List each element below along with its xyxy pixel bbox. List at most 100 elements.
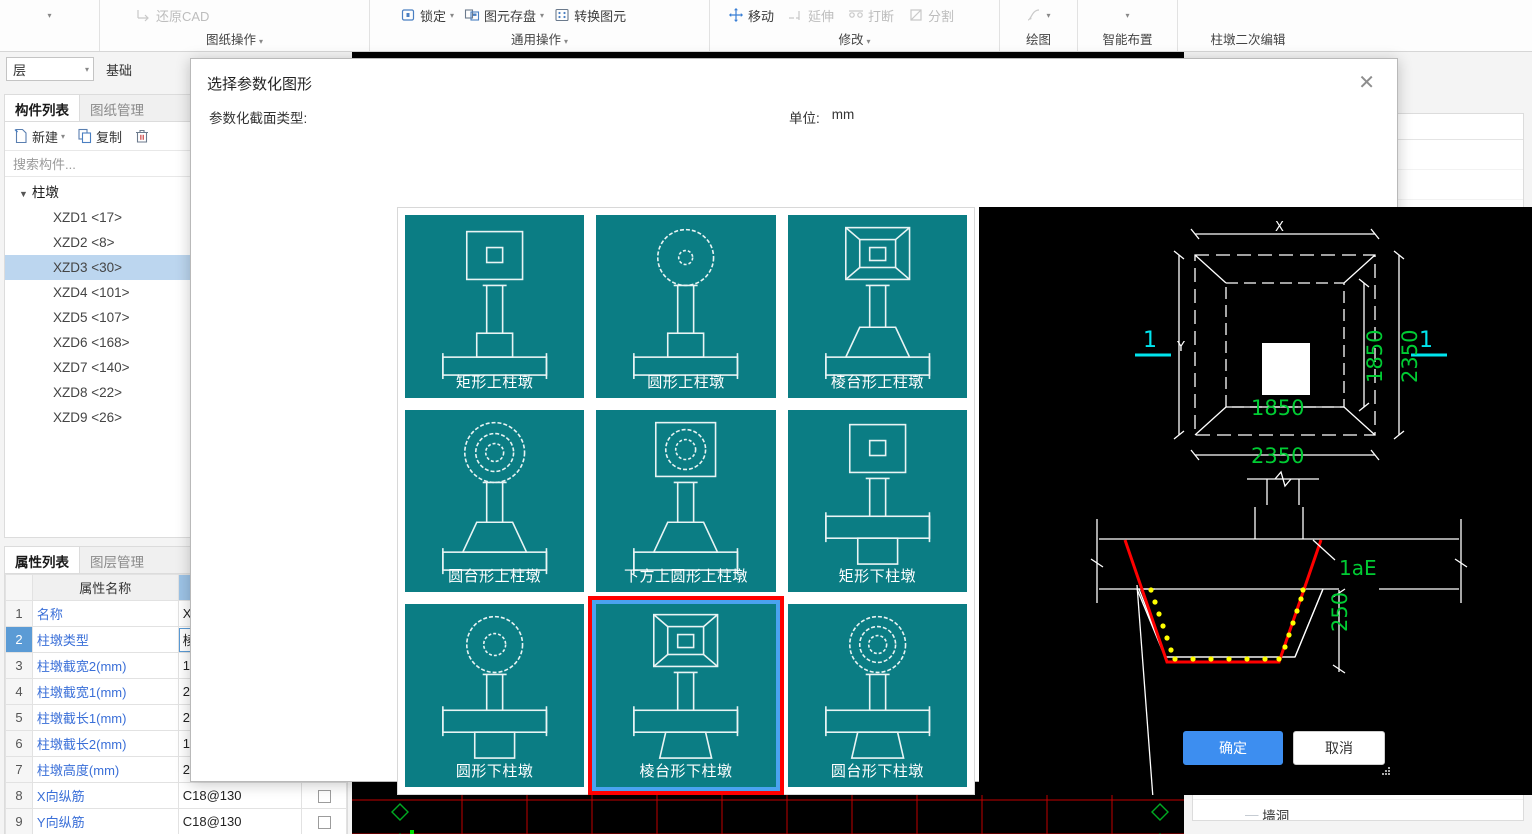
new-component-label: 新建 bbox=[32, 129, 59, 145]
ribbon-group-title: 绘图 bbox=[1025, 33, 1051, 47]
tab-component-list[interactable]: 构件列表 bbox=[5, 95, 80, 121]
tab-drawing-management[interactable]: 图纸管理 bbox=[80, 95, 154, 121]
copy-component-button[interactable]: 复制 bbox=[77, 127, 122, 146]
table-row[interactable]: 9 Y向纵筋 C18@130 bbox=[5, 808, 347, 834]
chevron-down-icon[interactable]: ▾ bbox=[47, 11, 51, 20]
property-name: X向纵筋 bbox=[31, 782, 179, 809]
restore-cad-button[interactable]: 还原CAD bbox=[136, 6, 209, 25]
row-index: 3 bbox=[5, 652, 33, 679]
property-value[interactable]: C18@130 bbox=[177, 808, 303, 834]
cad-preview-svg: X Y 1 1 1850 2350 1850 2350 250 1aE bbox=[979, 207, 1532, 795]
shape-thumbnail: 圆台形上柱墩 bbox=[405, 409, 585, 593]
tab-property-list[interactable]: 属性列表 bbox=[5, 547, 80, 573]
triangle-down-icon: ▼ bbox=[19, 189, 28, 199]
draw-curve-icon bbox=[1026, 7, 1042, 23]
col-property-name: 属性名称 bbox=[31, 574, 179, 601]
break-icon bbox=[848, 7, 864, 23]
property-name: 柱墩截宽1(mm) bbox=[31, 678, 179, 705]
floor-combo[interactable]: 层 ▾ bbox=[6, 57, 94, 81]
plan-dim-1850-v: 1850 bbox=[1363, 330, 1387, 383]
copy-icon bbox=[77, 128, 93, 144]
plan-dim-1850-h: 1850 bbox=[1251, 396, 1304, 420]
chevron-down-icon[interactable]: ▾ bbox=[540, 11, 544, 20]
delete-icon bbox=[134, 128, 150, 144]
chevron-down-icon[interactable]: ▾ bbox=[1125, 11, 1129, 20]
draw-curve-button[interactable]: ▾ bbox=[1026, 7, 1051, 23]
shape-option-cone-upper-pier[interactable]: 圆台形上柱墩 bbox=[402, 406, 588, 596]
property-append-cell[interactable] bbox=[301, 808, 347, 834]
lock-label: 锁定 bbox=[420, 8, 447, 24]
shape-label: 圆形上柱墩 bbox=[647, 373, 725, 391]
plan-x-label: X bbox=[1275, 220, 1284, 235]
ribbon-group-spacer: ▾ bbox=[0, 0, 100, 51]
cad-preview[interactable]: X Y 1 1 1850 2350 1850 2350 250 1aE bbox=[979, 207, 1532, 795]
shape-option-frustum-upper-pier[interactable]: 棱台形上柱墩 bbox=[784, 212, 970, 401]
chevron-down-icon[interactable]: ▾ bbox=[450, 11, 454, 20]
ribbon-group-title[interactable]: 通用操作 ▾ bbox=[384, 29, 695, 51]
dash-icon: — bbox=[1245, 807, 1259, 821]
save-element-icon bbox=[464, 7, 480, 23]
row-index: 8 bbox=[5, 782, 33, 809]
move-label: 移动 bbox=[748, 8, 775, 24]
tree-node[interactable]: — 墙洞 bbox=[1193, 800, 1523, 821]
shape-grid: 矩形上柱墩 圆形上柱墩 棱台形上柱墩 圆台形上柱墩 下方上圆形上柱墩 矩形下柱墩… bbox=[402, 212, 970, 795]
lock-button[interactable]: 锁定 ▾ bbox=[400, 6, 454, 25]
shape-thumbnail: 矩形下柱墩 bbox=[787, 409, 967, 593]
row-index: 7 bbox=[5, 756, 33, 783]
ribbon-group-title[interactable]: 图纸操作 ▾ bbox=[114, 29, 355, 51]
floor-combo-value: 层 bbox=[13, 62, 27, 78]
split-label: 分割 bbox=[928, 8, 955, 24]
move-icon bbox=[728, 7, 744, 23]
ribbon-toolbar: ▾ 还原CAD 图纸操作 ▾ 锁定 ▾ 图元存盘 ▾ 转换图元 通用操作 ▾ 移… bbox=[0, 0, 1532, 52]
row-index: 4 bbox=[5, 678, 33, 705]
move-button[interactable]: 移动 bbox=[728, 6, 774, 25]
shape-thumbnail: 下方上圆形上柱墩 bbox=[596, 409, 776, 593]
delete-component-button[interactable] bbox=[134, 128, 150, 144]
shape-option-rect-lower-pier[interactable]: 矩形下柱墩 bbox=[784, 406, 970, 596]
chevron-down-icon[interactable]: ▾ bbox=[1046, 11, 1050, 20]
ribbon-group-pier-secondary-edit: 柱墩二次编辑 bbox=[1178, 0, 1318, 51]
shape-option-square-below-round-above-pier[interactable]: 下方上圆形上柱墩 bbox=[593, 406, 779, 596]
ribbon-group-draw: ▾ 绘图 bbox=[1000, 0, 1078, 51]
plan-dim-2350-h: 2350 bbox=[1251, 444, 1304, 468]
tab-layer-management[interactable]: 图层管理 bbox=[80, 547, 154, 573]
ribbon-group-title: 柱墩二次编辑 bbox=[1210, 33, 1286, 47]
ok-button[interactable]: 确定 bbox=[1183, 731, 1283, 765]
lock-icon bbox=[400, 7, 416, 23]
cancel-button[interactable]: 取消 bbox=[1293, 731, 1385, 765]
extend-icon bbox=[788, 7, 804, 23]
ribbon-group-title[interactable]: 修改 ▾ bbox=[724, 29, 985, 51]
convert-element-label: 转换图元 bbox=[574, 8, 627, 24]
section-dim-250: 250 bbox=[1328, 592, 1352, 632]
unit-value: mm bbox=[831, 107, 855, 122]
plan-dim-2350-v: 2350 bbox=[1398, 330, 1422, 383]
extend-button[interactable]: 延伸 bbox=[788, 6, 834, 25]
split-button[interactable]: 分割 bbox=[908, 6, 954, 25]
break-button[interactable]: 打断 bbox=[848, 6, 894, 25]
table-row[interactable]: 8 X向纵筋 C18@130 bbox=[5, 782, 347, 809]
checkbox[interactable] bbox=[317, 816, 331, 830]
property-name: 名称 bbox=[31, 600, 179, 627]
save-element-button[interactable]: 图元存盘 ▾ bbox=[464, 6, 544, 25]
shape-option-circle-upper-pier[interactable]: 圆形上柱墩 bbox=[593, 212, 779, 401]
resize-grip[interactable] bbox=[1382, 767, 1392, 777]
ribbon-group-title: 智能布置 bbox=[1102, 33, 1153, 47]
checkbox[interactable] bbox=[317, 790, 331, 804]
property-value[interactable]: C18@130 bbox=[177, 782, 303, 809]
shape-label: 棱台形上柱墩 bbox=[830, 373, 924, 391]
dialog-footer: 确定 取消 bbox=[191, 717, 1397, 781]
shape-label: 矩形下柱墩 bbox=[838, 568, 917, 586]
row-index: 5 bbox=[5, 704, 33, 731]
chevron-down-icon[interactable]: ▾ bbox=[77, 65, 89, 74]
property-append-cell[interactable] bbox=[301, 782, 347, 809]
shape-grid-container: 矩形上柱墩 圆形上柱墩 棱台形上柱墩 圆台形上柱墩 下方上圆形上柱墩 矩形下柱墩… bbox=[397, 207, 975, 795]
shape-option-rect-upper-pier[interactable]: 矩形上柱墩 bbox=[402, 212, 588, 401]
row-index: 1 bbox=[5, 600, 33, 627]
close-icon[interactable]: ✕ bbox=[1352, 69, 1381, 97]
new-component-button[interactable]: 新建 ▾ bbox=[13, 127, 65, 146]
chevron-down-icon[interactable]: ▾ bbox=[61, 132, 65, 141]
shape-label: 矩形上柱墩 bbox=[455, 373, 534, 391]
convert-element-button[interactable]: 转换图元 bbox=[554, 6, 626, 25]
property-name: 柱墩截长1(mm) bbox=[31, 704, 179, 731]
property-name: 柱墩截长2(mm) bbox=[31, 730, 179, 757]
